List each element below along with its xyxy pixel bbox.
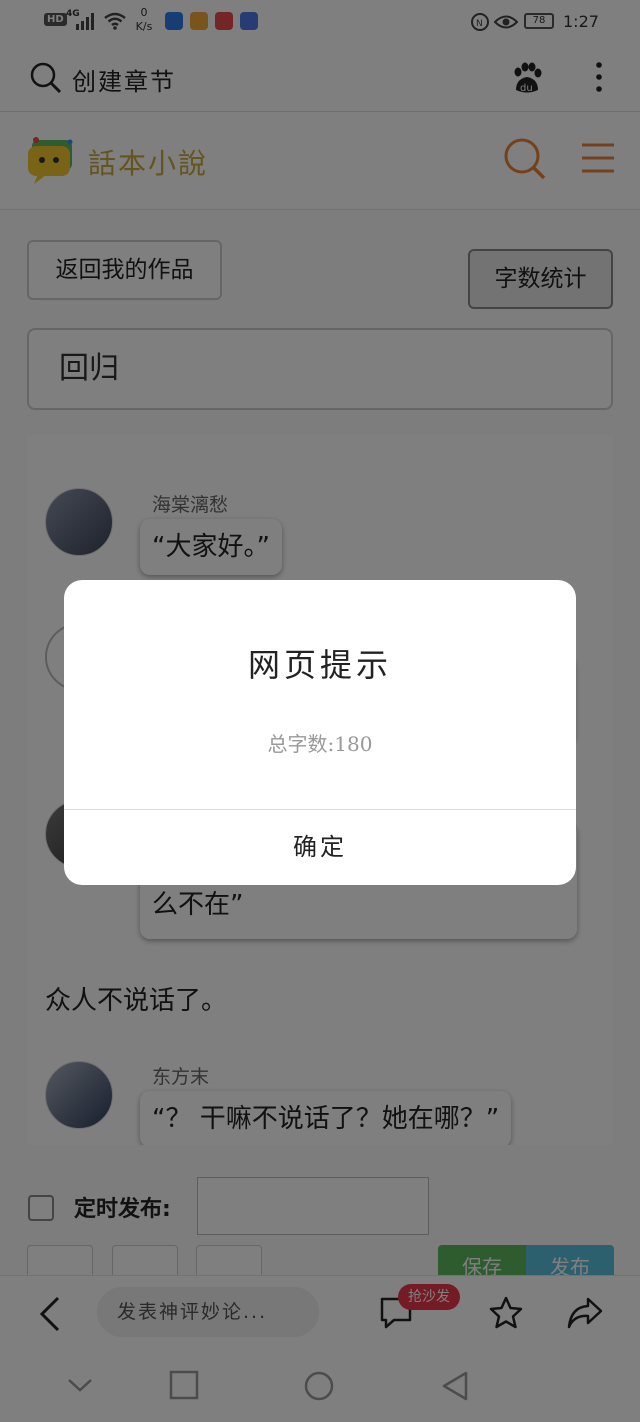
modal-overlay: 网页提示 总字数:180 确定 <box>0 0 640 1422</box>
dialog-title: 网页提示 <box>247 646 392 684</box>
confirm-button[interactable]: 确定 <box>64 810 576 885</box>
dialog-message: 总字数:180 <box>267 732 373 756</box>
alert-dialog: 网页提示 总字数:180 确定 <box>64 580 576 885</box>
